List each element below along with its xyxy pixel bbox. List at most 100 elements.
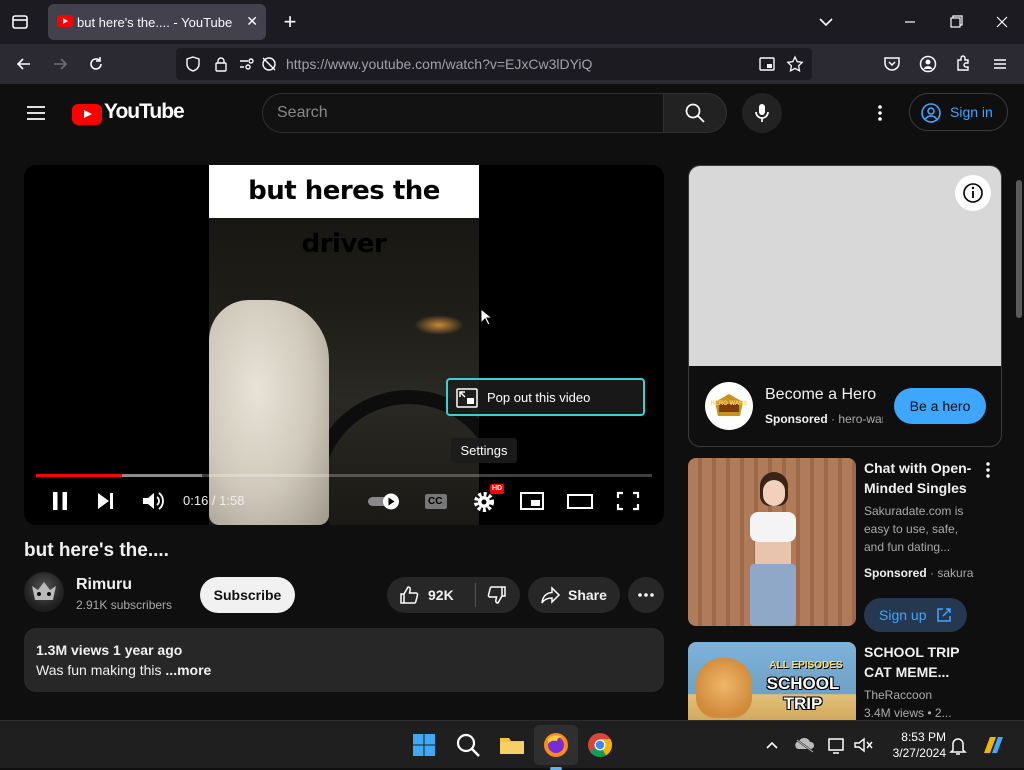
ad-sponsored-line: Sponsored · hero-wars.com	[765, 412, 883, 426]
bookmark-star-icon[interactable]	[786, 55, 804, 73]
back-arrow-icon[interactable]	[14, 54, 34, 74]
tab-close-icon[interactable]: ✕	[246, 13, 258, 30]
tab-overflow-chevron-icon[interactable]	[816, 12, 836, 32]
tracking-protection-shield-icon[interactable]	[184, 55, 202, 73]
url-text[interactable]: https://www.youtube.com/watch?v=EJxCw3lD…	[286, 56, 592, 72]
ad-title[interactable]: Become a Hero	[765, 386, 876, 404]
chrome-icon[interactable]	[584, 729, 616, 761]
picture-in-picture-icon[interactable]	[758, 55, 776, 73]
onedrive-icon[interactable]	[794, 729, 816, 761]
lock-icon[interactable]	[212, 55, 230, 73]
video-overlay-caption: but heres the driver	[209, 165, 479, 259]
time-display: 0:16 / 1:58	[183, 493, 245, 508]
channel-name[interactable]: Rimuru	[76, 576, 132, 594]
ad-sponsor-domain: hero-wars.com	[838, 412, 883, 426]
share-button[interactable]: Share	[528, 577, 620, 613]
autoplay-blocked-icon[interactable]	[260, 55, 278, 73]
minimize-window-icon[interactable]	[900, 12, 920, 32]
subscribe-button[interactable]: Subscribe	[200, 577, 295, 613]
network-icon[interactable]	[826, 729, 848, 761]
recommendation-title[interactable]: SCHOOL TRIP CAT MEME...	[864, 642, 974, 682]
subtitles-button[interactable]: CC	[420, 487, 452, 515]
sign-up-button[interactable]: Sign up	[864, 598, 967, 632]
pause-button[interactable]	[44, 487, 76, 515]
browser-tab-bar: but here's the.... - YouTube ✕ +	[0, 0, 1024, 44]
url-bar[interactable]: https://www.youtube.com/watch?v=EJxCw3lD…	[176, 48, 812, 80]
fullscreen-button[interactable]	[612, 487, 644, 515]
volume-icon	[143, 492, 164, 510]
more-actions-button[interactable]	[628, 577, 664, 613]
youtube-favicon-icon	[57, 15, 73, 27]
channel-avatar[interactable]	[24, 572, 64, 612]
recommendation-age: 2...	[934, 706, 952, 720]
sign-in-button[interactable]: Sign in	[909, 93, 1008, 131]
theater-mode-button[interactable]	[564, 487, 596, 515]
search-input[interactable]	[277, 94, 657, 132]
progress-bar[interactable]	[36, 474, 652, 477]
firefox-icon[interactable]	[534, 725, 578, 770]
like-dislike-group: 92K	[387, 577, 520, 613]
new-tab-icon[interactable]: +	[280, 10, 300, 34]
video-player[interactable]: but heres the driver Pop out this video …	[24, 165, 664, 525]
recommendation-item[interactable]: ALL EPISODES SCHOOL TRIP SCHOOL TRIP CAT…	[688, 642, 1002, 720]
copilot-icon[interactable]	[978, 729, 1008, 761]
description-text: Was fun making this ...more	[36, 662, 211, 678]
volume-button[interactable]	[137, 487, 169, 515]
recommendation-more-icon[interactable]	[982, 460, 994, 480]
account-icon[interactable]	[918, 54, 938, 74]
autoplay-toggle[interactable]	[366, 487, 406, 515]
tab-list-icon[interactable]	[10, 12, 30, 32]
file-explorer-icon[interactable]	[496, 729, 528, 761]
thumbnail-cat	[696, 658, 752, 718]
cat-figure	[209, 300, 329, 525]
settings-kebab-icon[interactable]	[870, 101, 890, 125]
permissions-icon[interactable]	[238, 55, 256, 73]
recommendation-thumbnail[interactable]: ALL EPISODES SCHOOL TRIP	[688, 642, 856, 720]
pop-out-tooltip[interactable]: Pop out this video	[446, 378, 645, 416]
windows-start-icon[interactable]	[408, 729, 440, 761]
more-horizontal-icon	[638, 593, 654, 597]
close-window-icon[interactable]	[992, 12, 1012, 32]
description-more-link[interactable]: ...more	[165, 662, 211, 678]
taskbar-clock[interactable]: 8:53 PM 3/27/2024	[870, 729, 946, 761]
youtube-logo-text[interactable]: YouTube	[104, 100, 185, 124]
youtube-logo-icon[interactable]	[72, 104, 102, 125]
clock-date: 3/27/2024	[892, 746, 946, 760]
recommendation-title[interactable]: Chat with Open-Minded Singles	[864, 458, 974, 498]
sponsored-ad-card[interactable]: HERO WARS Become a Hero Sponsored · hero…	[688, 165, 1002, 447]
ad-logo-text: HERO WARS	[710, 401, 748, 407]
recommendation-item[interactable]: Chat with Open-Minded Singles Sakuradate…	[688, 458, 1002, 632]
sponsored-label: Sponsored	[864, 566, 927, 580]
recommendation-thumbnail[interactable]	[688, 458, 856, 626]
dislike-button[interactable]	[477, 577, 520, 613]
extensions-puzzle-icon[interactable]	[954, 54, 974, 74]
miniplayer-button[interactable]	[516, 487, 548, 515]
search-icon	[685, 103, 705, 123]
clock-time: 8:53 PM	[901, 730, 946, 744]
guide-menu-icon[interactable]	[24, 101, 48, 125]
voice-search-button[interactable]	[742, 93, 782, 133]
pocket-icon[interactable]	[882, 54, 902, 74]
taskbar-search-icon[interactable]	[452, 729, 484, 761]
hd-badge: HD	[490, 484, 505, 494]
browser-tab-active[interactable]: but here's the.... - YouTube ✕	[48, 4, 266, 40]
next-icon	[98, 493, 113, 509]
browser-toolbar: https://www.youtube.com/watch?v=EJxCw3lD…	[0, 44, 1024, 84]
page-scrollbar[interactable]	[1016, 180, 1022, 318]
ad-cta-button[interactable]: Be a hero	[894, 388, 986, 424]
ad-info-button[interactable]	[955, 175, 991, 211]
forward-arrow-icon[interactable]	[50, 54, 70, 74]
settings-button[interactable]: HD	[468, 484, 505, 515]
recommendation-channel[interactable]: TheRaccoon	[864, 686, 974, 704]
like-button[interactable]: 92K	[387, 577, 473, 613]
next-video-button[interactable]	[90, 487, 122, 515]
thumbs-up-icon	[400, 586, 419, 604]
system-tray-chevron-icon[interactable]	[762, 729, 782, 761]
restore-window-icon[interactable]	[946, 12, 966, 32]
thumbs-down-icon	[487, 586, 506, 604]
notification-bell-icon[interactable]	[948, 729, 968, 761]
search-button[interactable]	[663, 93, 727, 133]
hamburger-menu-icon[interactable]	[990, 54, 1010, 74]
description-box[interactable]: 1.3M views 1 year ago Was fun making thi…	[24, 628, 664, 692]
reload-icon[interactable]	[86, 54, 106, 74]
